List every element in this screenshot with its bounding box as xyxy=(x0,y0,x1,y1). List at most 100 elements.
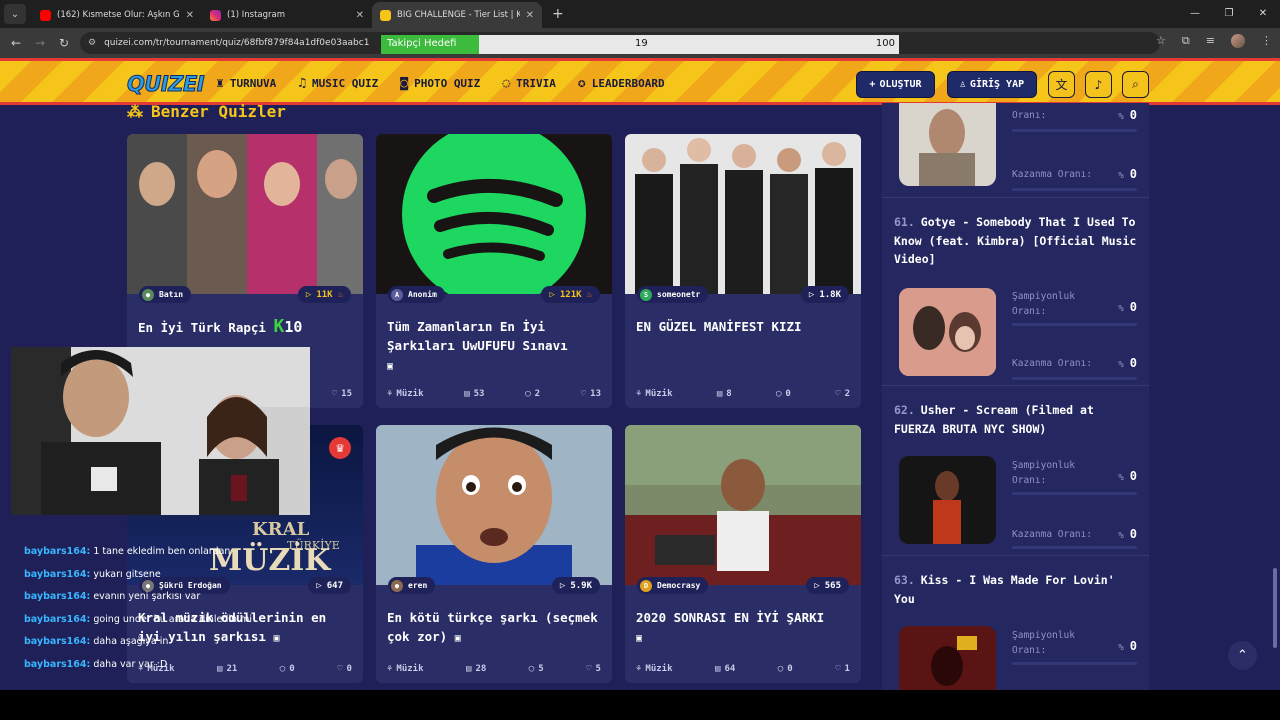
chat-user: baybars164: xyxy=(24,568,91,580)
rate-number: 0 xyxy=(1129,469,1137,483)
maximize-icon[interactable]: ❐ xyxy=(1212,0,1246,28)
likes-count[interactable]: ♡ 13 xyxy=(581,389,601,399)
questions-count: ▤ 8 xyxy=(717,389,732,399)
reload-icon[interactable]: ↻ xyxy=(52,36,76,50)
nav-turnuva[interactable]: ♜ TURNUVA xyxy=(216,76,276,91)
category-icon: ⚘ xyxy=(387,664,393,674)
champion-rate-label: Şampiyonluk Oranı: xyxy=(1012,291,1075,317)
ranking-title: 61. Gotye - Somebody That I Used To Know … xyxy=(894,213,1142,269)
browser-menu-icon[interactable]: ⋮ xyxy=(1261,34,1272,48)
likes-count[interactable]: ♡ 2 xyxy=(835,389,850,399)
groups-icon: ⁂ xyxy=(127,102,143,121)
back-icon[interactable]: ← xyxy=(4,36,28,50)
likes-count[interactable]: ♡ 15 xyxy=(332,389,352,399)
quiz-card[interactable]: D Democrasy ▷ 565 2020 SONRASI EN İYİ ŞARK… xyxy=(625,425,861,683)
stream-chat: baybars164: 1 tane ekledim ben onlardan … xyxy=(24,541,252,676)
category[interactable]: ⚘ Müzik xyxy=(387,389,424,399)
card-author[interactable]: A Anonim xyxy=(388,286,445,303)
avatar: ● xyxy=(391,579,403,592)
heart-icon: ♡ xyxy=(337,664,343,674)
bell-icon[interactable]: ♪ xyxy=(1085,71,1112,98)
similar-quizzes-heading: ⁂ Benzer Quizler xyxy=(127,102,286,121)
search-icon[interactable]: ⌕ xyxy=(1122,71,1149,98)
profile-avatar[interactable] xyxy=(1231,34,1245,48)
percent-sign: % xyxy=(1118,531,1124,541)
heart-icon: ♡ xyxy=(586,664,592,674)
video-icon: ▣ xyxy=(273,633,280,644)
play-count-value: 565 xyxy=(824,580,841,591)
nav-label: LEADERBOARD xyxy=(591,77,665,90)
nav-photo-quiz[interactable]: ◙ PHOTO QUIZ xyxy=(400,76,480,91)
quiz-card[interactable]: Ssomeonetr ▷ 1.8K EN GÜZEL MANİFEST KIZI … xyxy=(625,134,861,408)
comments-count[interactable]: ◯ 0 xyxy=(280,664,295,674)
webcam-overlay xyxy=(11,347,310,515)
quiz-card[interactable]: A Anonim ▷ 121K ♨ Tüm Zamanların En İyi Şar… xyxy=(376,134,612,408)
ranking-item[interactable]: 61. Gotye - Somebody That I Used To Know … xyxy=(882,198,1149,386)
site-info-icon[interactable]: ⚙ xyxy=(88,38,96,48)
media-icon[interactable]: ≡ xyxy=(1206,34,1215,48)
card-author[interactable]: ● eren xyxy=(388,577,436,594)
ranking-title: 62. Usher - Scream (Filmed at FUERZA BRUT… xyxy=(894,401,1142,438)
likes-value: 13 xyxy=(590,389,601,399)
create-button[interactable]: + OLUŞTUR xyxy=(856,71,935,98)
card-author[interactable]: ● Batın xyxy=(139,286,192,303)
champion-rate-label: Oranı: xyxy=(1012,110,1047,121)
close-icon[interactable]: ✕ xyxy=(356,10,364,21)
ranking-title: 63. Kiss - I Was Made For Lovin' You xyxy=(894,571,1142,608)
browser-tab-youtube[interactable]: (162) Kısmetse Olur: Aşkın Gücü ✕ xyxy=(32,2,202,28)
trophy-icon: ♜ xyxy=(216,76,224,91)
card-author[interactable]: D Democrasy xyxy=(637,577,709,594)
champion-rate-bar xyxy=(1012,662,1137,665)
rate-number: 0 xyxy=(1129,167,1137,181)
music-icon: ♫ xyxy=(298,76,307,91)
likes-count[interactable]: ♡ 0 xyxy=(337,664,352,674)
likes-count[interactable]: ♡ 5 xyxy=(586,664,601,674)
forward-icon[interactable]: → xyxy=(28,36,52,50)
nav-music-quiz[interactable]: ♫ MUSIC QUIZ xyxy=(298,76,378,91)
play-count: ▷ 565 xyxy=(806,577,849,594)
comments-count[interactable]: ◯ 5 xyxy=(529,664,544,674)
card-footer: ⚘ Müzik ▤ 28 ◯ 5 ♡ 5 xyxy=(387,664,601,674)
browser-tab-quizei[interactable]: BIG CHALLENGE - Tier List | Ka ✕ xyxy=(372,2,542,28)
page-scrollbar[interactable] xyxy=(1273,568,1277,648)
ranking-item[interactable]: 62. Usher - Scream (Filmed at FUERZA BRUT… xyxy=(882,386,1149,556)
extensions-icon[interactable]: ⧉ xyxy=(1182,34,1190,48)
tab-title: (162) Kısmetse Olur: Aşkın Gücü xyxy=(57,10,180,20)
ranking-item[interactable]: Oranı: % 0 Kazanma Oranı: % 0 xyxy=(882,103,1149,198)
category[interactable]: ⚘ Müzik xyxy=(636,389,673,399)
new-tab-button[interactable]: + xyxy=(552,6,564,22)
likes-count[interactable]: ♡ 1 xyxy=(835,664,850,674)
category-icon: ⚘ xyxy=(636,664,642,674)
minimize-icon[interactable]: — xyxy=(1178,0,1212,28)
browser-tab-instagram[interactable]: (1) Instagram ✕ xyxy=(202,2,372,28)
category[interactable]: ⚘ Müzik xyxy=(636,664,673,674)
close-window-icon[interactable]: ✕ xyxy=(1246,0,1280,28)
percent-sign: % xyxy=(1118,643,1124,653)
quizei-logo[interactable]: QUIZEI xyxy=(126,72,205,97)
comments-count[interactable]: ◯ 0 xyxy=(776,389,791,399)
close-icon[interactable]: ✕ xyxy=(526,10,534,21)
likes-value: 1 xyxy=(844,664,850,674)
quiz-card[interactable]: ● eren ▷ 5.9K En kötü türkçe şarkı (seçmek… xyxy=(376,425,612,683)
follower-goal-current: 19 xyxy=(635,38,648,49)
play-count: ▷ 5.9K xyxy=(551,577,600,594)
close-icon[interactable]: ✕ xyxy=(186,10,194,21)
translate-icon[interactable]: 文 xyxy=(1048,71,1075,98)
rate-number: 0 xyxy=(1129,356,1137,370)
bookmark-star-icon[interactable]: ☆ xyxy=(1156,34,1166,48)
play-icon: ▷ xyxy=(814,580,820,591)
login-button[interactable]: ♙ GİRİŞ YAP xyxy=(947,71,1037,98)
scroll-to-top-button[interactable]: ⌃ xyxy=(1228,641,1257,670)
nav-leaderboard[interactable]: ✪ LEADERBOARD xyxy=(578,76,665,91)
card-author[interactable]: Ssomeonetr xyxy=(637,286,709,303)
category[interactable]: ⚘ Müzik xyxy=(387,664,424,674)
comments-count[interactable]: ◯ 2 xyxy=(525,389,540,399)
play-count-value: 1.8K xyxy=(819,289,841,300)
ranking-item[interactable]: 63. Kiss - I Was Made For Lovin' You Şamp… xyxy=(882,556,1149,690)
nav-trivia[interactable]: ◌ TRIVIA xyxy=(502,76,556,91)
comments-count[interactable]: ◯ 0 xyxy=(778,664,793,674)
play-count: ▷ 11K ♨ xyxy=(297,286,351,303)
win-rate-bar xyxy=(1012,546,1137,549)
tab-search-button[interactable]: ⌄ xyxy=(4,4,26,24)
youtube-icon xyxy=(40,9,51,21)
